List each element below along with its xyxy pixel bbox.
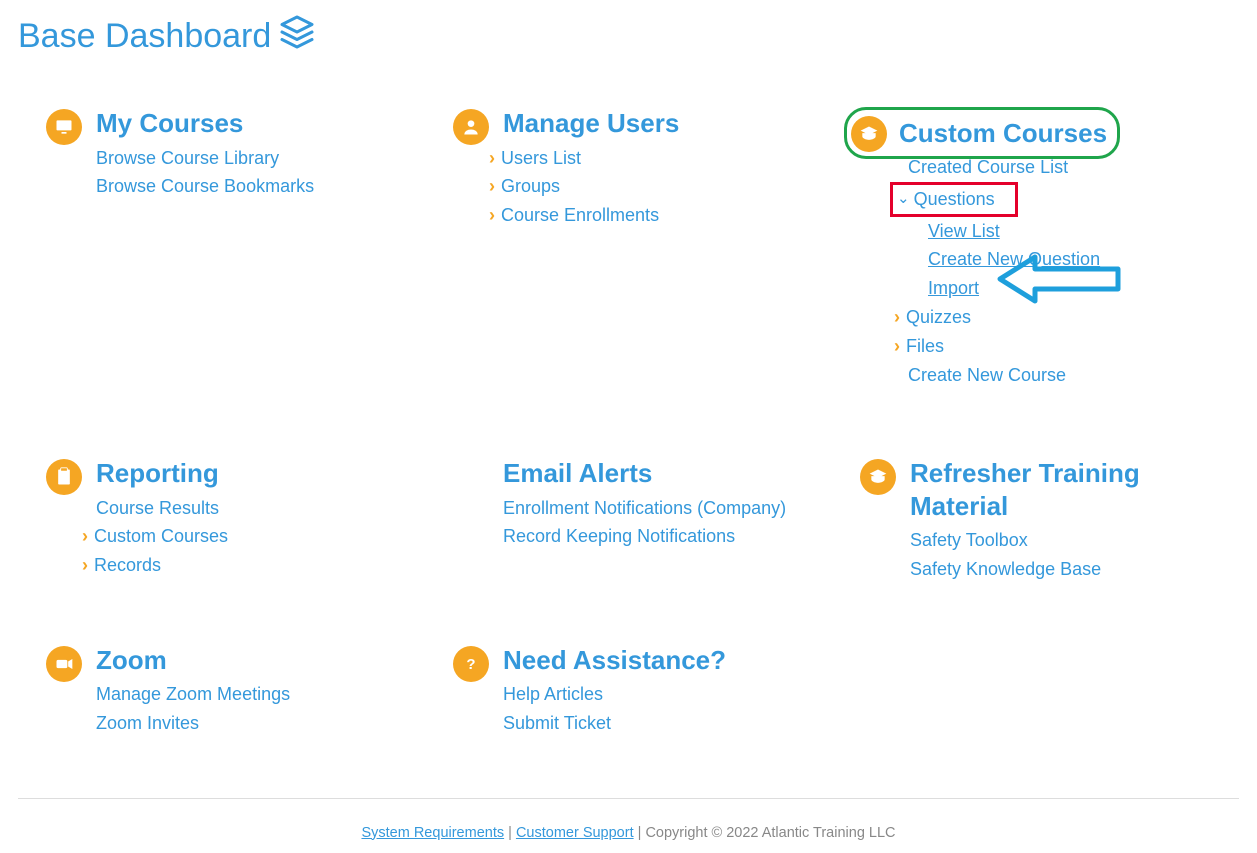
link-files[interactable]: Files — [908, 332, 1208, 361]
link-groups[interactable]: Groups — [503, 172, 832, 201]
card-zoom: Zoom Manage Zoom Meetings Zoom Invites — [18, 644, 425, 738]
sublink-create-new-question[interactable]: Create New Question — [928, 245, 1208, 274]
link-enrollment-notifications[interactable]: Enrollment Notifications (Company) — [503, 494, 832, 523]
card-title-custom-courses[interactable]: Custom Courses — [899, 117, 1107, 150]
link-safety-toolbox[interactable]: Safety Toolbox — [910, 526, 1239, 555]
sublink-view-list[interactable]: View List — [928, 217, 1208, 246]
graduation-cap-icon — [860, 459, 896, 495]
link-questions-label: Questions — [914, 189, 995, 209]
link-system-requirements[interactable]: System Requirements — [361, 825, 504, 841]
link-users-list[interactable]: Users List — [503, 144, 832, 173]
stack-icon — [279, 14, 315, 59]
card-custom-courses: Custom Courses Created Course List ⌄Ques… — [832, 107, 1239, 397]
footer: System Requirements | Customer Support |… — [18, 825, 1239, 841]
link-help-articles[interactable]: Help Articles — [503, 680, 832, 709]
link-course-results[interactable]: Course Results — [96, 494, 425, 523]
monitor-icon — [46, 109, 82, 145]
svg-text:?: ? — [466, 656, 475, 673]
clipboard-icon — [46, 459, 82, 495]
footer-sep-1: | — [508, 825, 516, 841]
card-need-assistance: ? Need Assistance? Help Articles Submit … — [425, 644, 832, 738]
card-title-need-assistance[interactable]: Need Assistance? — [503, 644, 832, 677]
page-title: Base Dashboard — [18, 14, 1239, 59]
link-course-enrollments[interactable]: Course Enrollments — [503, 201, 832, 230]
footer-divider — [18, 798, 1239, 799]
link-submit-ticket[interactable]: Submit Ticket — [503, 709, 832, 738]
card-refresher-training: Refresher Training Material Safety Toolb… — [832, 457, 1239, 584]
user-icon — [453, 109, 489, 145]
link-records[interactable]: Records — [96, 551, 425, 580]
link-quizzes[interactable]: Quizzes — [908, 303, 1208, 332]
card-title-my-courses[interactable]: My Courses — [96, 107, 425, 140]
link-custom-courses-report[interactable]: Custom Courses — [96, 522, 425, 551]
link-questions[interactable]: ⌄Questions — [908, 182, 1208, 217]
card-title-reporting[interactable]: Reporting — [96, 457, 425, 490]
link-browse-bookmarks[interactable]: Browse Course Bookmarks — [96, 172, 425, 201]
card-title-zoom[interactable]: Zoom — [96, 644, 425, 677]
link-zoom-invites[interactable]: Zoom Invites — [96, 709, 425, 738]
card-my-courses: My Courses Browse Course Library Browse … — [18, 107, 425, 397]
link-record-keeping-notifications[interactable]: Record Keeping Notifications — [503, 522, 832, 551]
card-title-email-alerts[interactable]: Email Alerts — [503, 457, 832, 490]
annotation-highlight-red: ⌄Questions — [890, 182, 1018, 217]
card-title-manage-users[interactable]: Manage Users — [503, 107, 832, 140]
page-title-text: Base Dashboard — [18, 17, 271, 56]
link-manage-zoom-meetings[interactable]: Manage Zoom Meetings — [96, 680, 425, 709]
link-customer-support[interactable]: Customer Support — [516, 825, 634, 841]
link-browse-library[interactable]: Browse Course Library — [96, 144, 425, 173]
video-icon — [46, 646, 82, 682]
link-created-course-list[interactable]: Created Course List — [908, 153, 1208, 182]
graduation-cap-icon — [851, 116, 887, 152]
card-title-refresher[interactable]: Refresher Training Material — [910, 457, 1150, 522]
card-manage-users: Manage Users Users List Groups Course En… — [425, 107, 832, 397]
footer-copyright: Copyright © 2022 Atlantic Training LLC — [645, 825, 895, 841]
card-reporting: Reporting Course Results Custom Courses … — [18, 457, 425, 584]
question-mark-icon: ? — [453, 646, 489, 682]
annotation-highlight-green: Custom Courses — [844, 107, 1120, 159]
link-create-new-course[interactable]: Create New Course — [908, 361, 1208, 390]
sublink-import[interactable]: Import — [928, 274, 1208, 303]
card-email-alerts: Email Alerts Enrollment Notifications (C… — [425, 457, 832, 584]
link-safety-knowledge-base[interactable]: Safety Knowledge Base — [910, 555, 1239, 584]
